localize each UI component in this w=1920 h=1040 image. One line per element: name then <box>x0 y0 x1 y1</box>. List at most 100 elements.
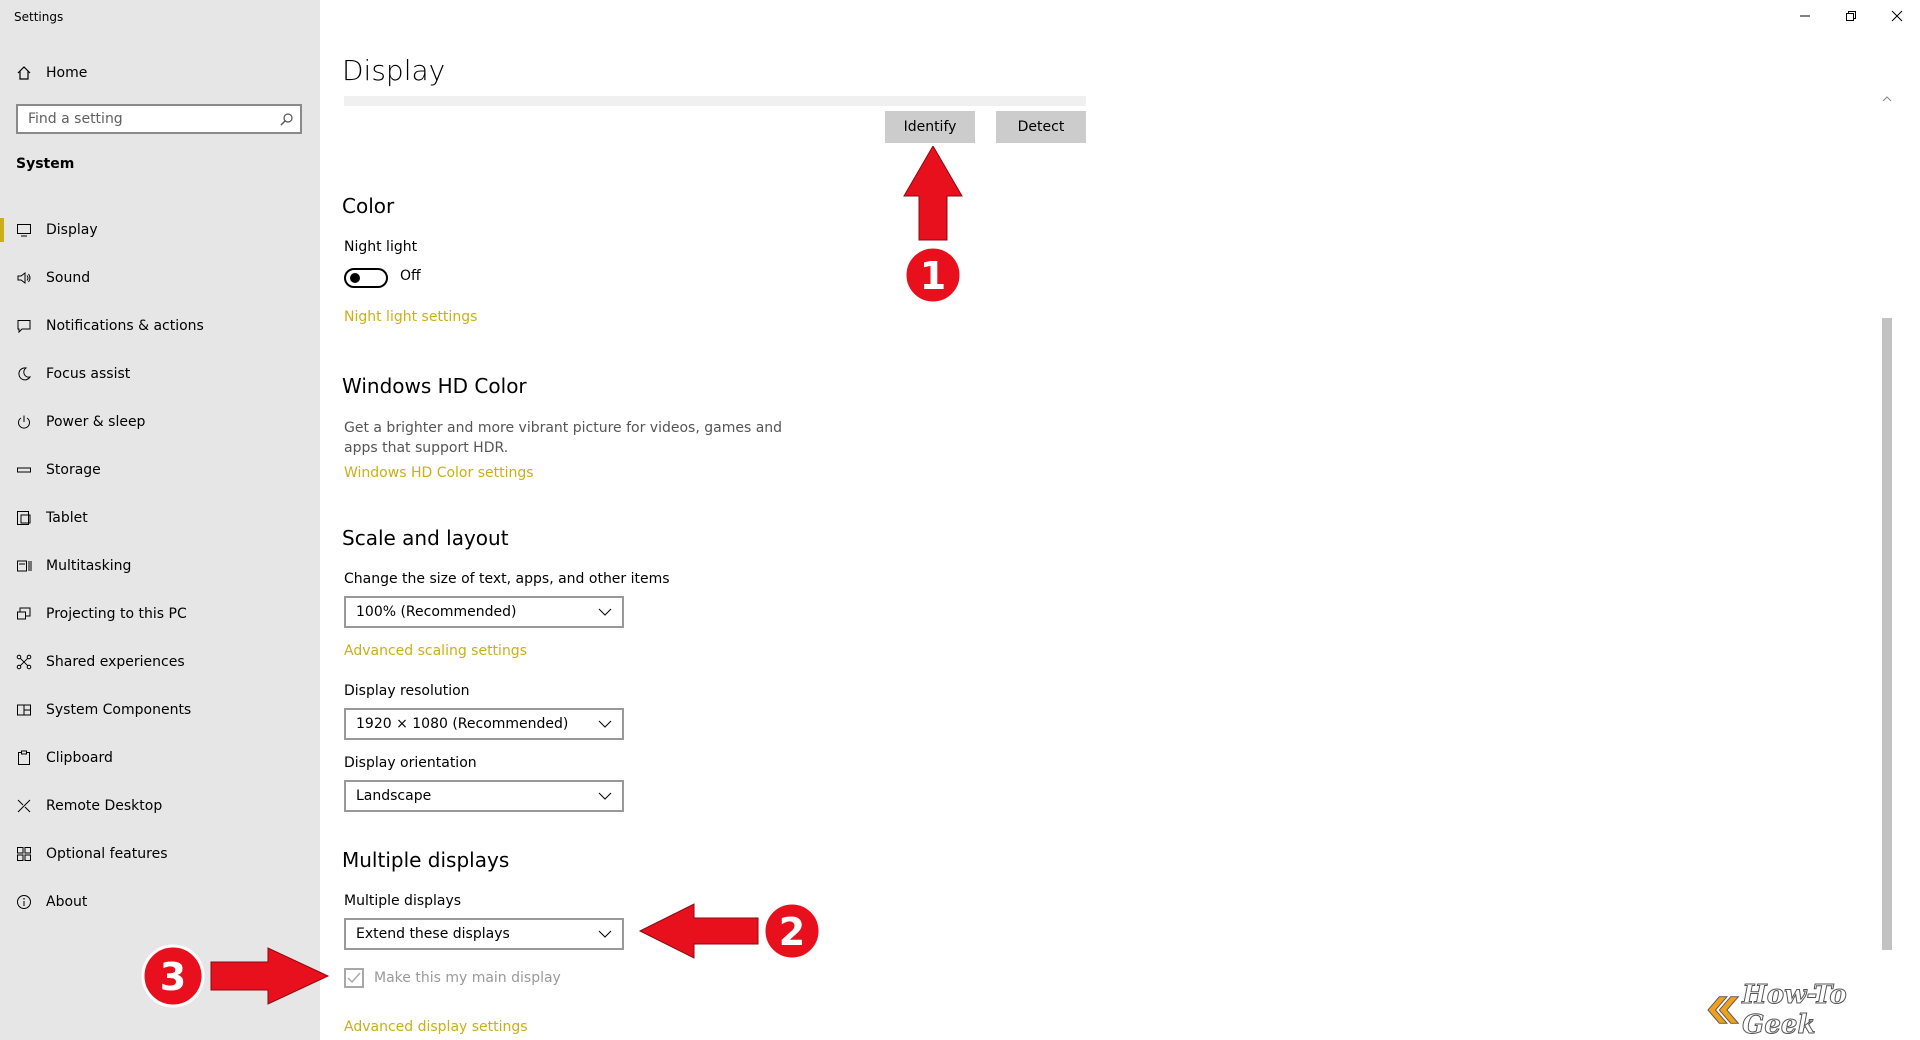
night-light-state: Off <box>400 268 421 284</box>
advanced-display-link[interactable]: Advanced display settings <box>344 1019 528 1035</box>
monitor-icon <box>14 220 34 240</box>
hdr-settings-link[interactable]: Windows HD Color settings <box>344 465 534 481</box>
sidebar-item-label: Projecting to this PC <box>46 606 187 622</box>
sidebar-item-label: Sound <box>46 270 91 286</box>
remote-icon <box>14 796 34 816</box>
sidebar-item-about[interactable]: About <box>0 878 320 926</box>
hdr-heading: Windows HD Color <box>342 374 527 398</box>
multiple-displays-heading: Multiple displays <box>342 848 510 872</box>
annotation-arrow-left: 2 <box>638 901 822 961</box>
identify-button[interactable]: Identify <box>885 111 975 143</box>
sidebar-item-multitasking[interactable]: Multitasking <box>0 542 320 590</box>
multiple-displays-label: Multiple displays <box>344 893 462 909</box>
annotation-arrow-right: 3 <box>141 944 330 1008</box>
moon-icon <box>14 364 34 384</box>
sidebar-item-system-components[interactable]: System Components <box>0 686 320 734</box>
sidebar-item-label: Shared experiences <box>46 654 185 670</box>
sidebar-item-label: Notifications & actions <box>46 318 204 334</box>
resolution-dropdown[interactable]: 1920 × 1080 (Recommended) <box>344 708 624 740</box>
storage-icon <box>14 460 34 480</box>
chevron-down-icon <box>598 788 612 804</box>
features-icon <box>14 844 34 864</box>
multiple-displays-dropdown[interactable]: Extend these displays <box>344 918 624 950</box>
checkmark-icon <box>347 972 361 984</box>
sidebar-item-sound[interactable]: Sound <box>0 254 320 302</box>
clipboard-icon <box>14 748 34 768</box>
sidebar-item-focus-assist[interactable]: Focus assist <box>0 350 320 398</box>
sidebar: Settings Home System Display Sound Notif… <box>0 0 320 1040</box>
projecting-icon <box>14 604 34 624</box>
scrollbar-thumb[interactable] <box>1882 318 1892 950</box>
sidebar-item-display[interactable]: Display <box>0 206 320 254</box>
color-heading: Color <box>342 194 395 218</box>
speaker-icon <box>14 268 34 288</box>
orientation-value: Landscape <box>356 788 432 804</box>
sidebar-item-optional-features[interactable]: Optional features <box>0 830 320 878</box>
search-input[interactable] <box>18 110 274 128</box>
sidebar-item-label: Storage <box>46 462 101 478</box>
chevron-down-icon <box>598 926 612 942</box>
notifications-icon <box>14 316 34 336</box>
hdr-description: Get a brighter and more vibrant picture … <box>344 420 783 456</box>
sidebar-item-label: Power & sleep <box>46 414 146 430</box>
home-icon <box>14 63 34 83</box>
sidebar-item-label: Optional features <box>46 846 168 862</box>
annotation-arrow-up: 1 <box>903 146 963 305</box>
sidebar-item-projecting[interactable]: Projecting to this PC <box>0 590 320 638</box>
app-title: Settings <box>14 10 64 24</box>
sidebar-item-tablet[interactable]: Tablet <box>0 494 320 542</box>
multitasking-icon <box>14 556 34 576</box>
tablet-icon <box>14 508 34 528</box>
chevron-down-icon <box>598 604 612 620</box>
resolution-value: 1920 × 1080 (Recommended) <box>356 716 569 732</box>
power-icon <box>14 412 34 432</box>
night-light-toggle[interactable] <box>344 268 388 288</box>
sidebar-item-label: Clipboard <box>46 750 113 766</box>
detect-button[interactable]: Detect <box>996 111 1086 143</box>
annotation-badge-2: 2 <box>779 910 805 954</box>
sidebar-item-label: System Components <box>46 702 192 718</box>
scroll-up-arrow[interactable] <box>1880 96 1894 110</box>
shared-icon <box>14 652 34 672</box>
info-icon <box>14 892 34 912</box>
sidebar-item-label: Display <box>46 222 98 238</box>
display-preview-area[interactable] <box>344 96 1086 106</box>
sidebar-item-notifications[interactable]: Notifications & actions <box>0 302 320 350</box>
sidebar-item-label: Multitasking <box>46 558 132 574</box>
chevron-down-icon <box>598 716 612 732</box>
night-light-settings-link[interactable]: Night light settings <box>344 309 477 325</box>
multiple-displays-value: Extend these displays <box>356 926 510 942</box>
geek-logo-icon <box>1707 996 1740 1024</box>
main-content: Display Identify Detect Color Night ligh… <box>320 0 1900 1040</box>
section-label-system: System <box>16 156 75 172</box>
resolution-label: Display resolution <box>344 683 470 699</box>
sidebar-item-label: About <box>46 894 88 910</box>
sidebar-item-label: Remote Desktop <box>46 798 163 814</box>
toggle-knob <box>350 273 360 283</box>
sidebar-item-label: Tablet <box>46 510 88 526</box>
main-display-label: Make this my main display <box>374 970 561 986</box>
advanced-scaling-link[interactable]: Advanced scaling settings <box>344 643 527 659</box>
watermark-logo: How-To Geek <box>1706 980 1920 1040</box>
home-label: Home <box>46 65 88 81</box>
scale-heading: Scale and layout <box>342 526 509 550</box>
orientation-dropdown[interactable]: Landscape <box>344 780 624 812</box>
scale-value: 100% (Recommended) <box>356 604 517 620</box>
components-icon <box>14 700 34 720</box>
sidebar-item-power-sleep[interactable]: Power & sleep <box>0 398 320 446</box>
sidebar-item-shared-experiences[interactable]: Shared experiences <box>0 638 320 686</box>
search-box[interactable] <box>16 104 302 134</box>
sidebar-item-remote-desktop[interactable]: Remote Desktop <box>0 782 320 830</box>
sidebar-item-clipboard[interactable]: Clipboard <box>0 734 320 782</box>
main-display-checkbox[interactable] <box>344 968 364 988</box>
annotation-badge-3: 3 <box>160 955 186 999</box>
sidebar-item-storage[interactable]: Storage <box>0 446 320 494</box>
home-nav-item[interactable]: Home <box>14 60 87 86</box>
annotation-badge-1: 1 <box>920 254 946 298</box>
orientation-label: Display orientation <box>344 755 477 771</box>
search-icon[interactable] <box>274 112 300 126</box>
page-title: Display <box>342 54 446 87</box>
sidebar-item-label: Focus assist <box>46 366 131 382</box>
scale-dropdown[interactable]: 100% (Recommended) <box>344 596 624 628</box>
main-display-option[interactable]: Make this my main display <box>344 968 561 988</box>
